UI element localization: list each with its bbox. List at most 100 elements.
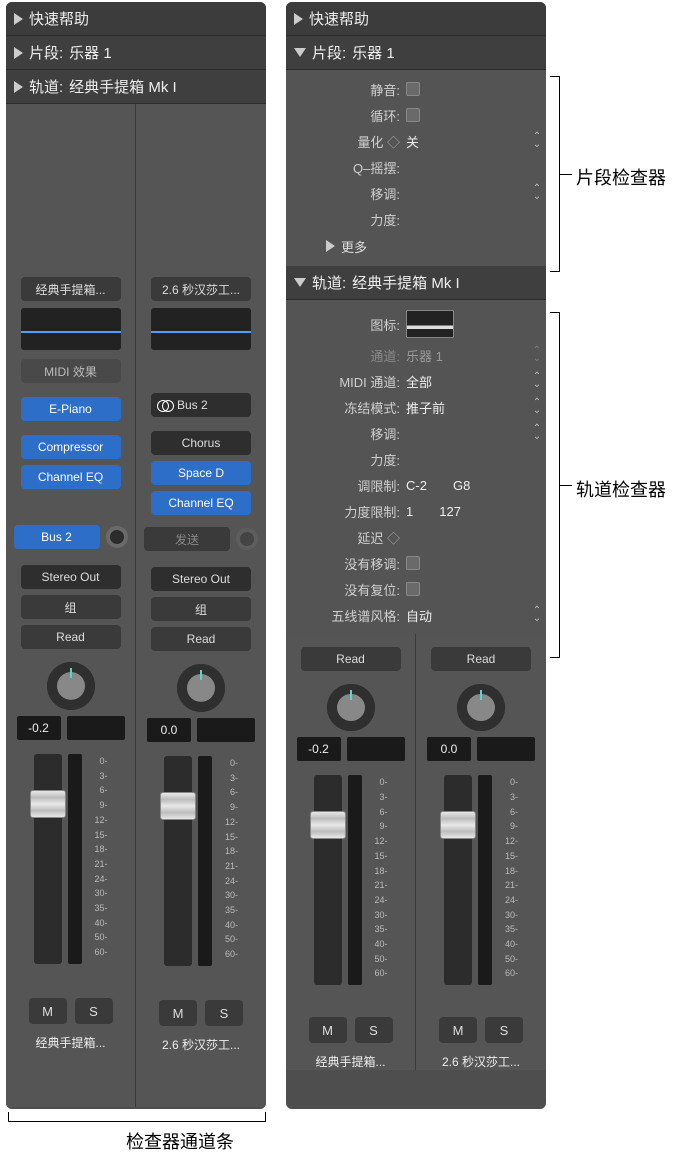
send-knob[interactable]	[236, 528, 258, 550]
callout-track-inspector: 轨道检查器	[576, 476, 666, 502]
send-knob[interactable]	[106, 526, 128, 548]
volume-fader[interactable]	[164, 756, 192, 966]
more-disclosure[interactable]: 更多	[286, 232, 546, 260]
channel-strip: 经典手提箱... MIDI 效果 E-Piano Compressor Chan…	[6, 104, 136, 1107]
level-value[interactable]: 0.0	[147, 718, 191, 742]
send-slot[interactable]: Bus 2	[14, 525, 100, 549]
param-key-limit[interactable]: 调限制: C-2 G8	[286, 472, 546, 498]
disclosure-right-icon	[14, 47, 23, 59]
fx-slot[interactable]: Channel EQ	[151, 491, 251, 515]
peak-meter	[347, 737, 405, 761]
region-prefix: 片段:	[312, 42, 346, 63]
output-slot[interactable]: Stereo Out	[21, 565, 121, 589]
eq-thumbnail[interactable]	[21, 308, 121, 350]
stepper-icon[interactable]	[533, 607, 541, 623]
level-value[interactable]: 0.0	[427, 737, 471, 761]
fx-slot[interactable]: Channel EQ	[21, 465, 121, 489]
callout-channel-strips: 检查器通道条	[126, 1128, 234, 1154]
param-qswing[interactable]: Q–摇摆:	[286, 154, 546, 180]
param-icon[interactable]: 图标:	[286, 306, 546, 342]
instrument-slot[interactable]: E-Piano	[21, 397, 121, 421]
fx-slot[interactable]: Space D	[151, 461, 251, 485]
send-slot[interactable]: 发送	[144, 527, 230, 551]
strip-title[interactable]: 经典手提箱...	[21, 277, 121, 301]
param-velocity[interactable]: 力度:	[286, 446, 546, 472]
mute-checkbox[interactable]	[406, 82, 420, 96]
peak-meter	[477, 737, 535, 761]
eq-thumbnail[interactable]	[151, 308, 251, 350]
automation-mode[interactable]: Read	[21, 625, 121, 649]
fx-slot[interactable]: Compressor	[21, 435, 121, 459]
stepper-icon[interactable]	[533, 399, 541, 415]
fx-slot[interactable]: Chorus	[151, 431, 251, 455]
param-quantize[interactable]: 量化 ◇ 关	[286, 128, 546, 154]
stepper-icon[interactable]	[533, 425, 541, 441]
midi-fx-slot[interactable]: MIDI 效果	[21, 359, 121, 383]
region-header[interactable]: 片段: 乐器 1	[6, 36, 266, 70]
vel-limit-high[interactable]: 127	[439, 504, 461, 519]
solo-button[interactable]: S	[75, 998, 113, 1024]
volume-fader[interactable]	[34, 754, 62, 964]
pan-knob[interactable]	[457, 684, 505, 732]
stepper-icon[interactable]	[533, 373, 541, 389]
quick-help-header[interactable]: 快速帮助	[286, 2, 546, 36]
param-freeze[interactable]: 冻结模式: 推子前	[286, 394, 546, 420]
param-midi-channel[interactable]: MIDI 通道: 全部	[286, 368, 546, 394]
pan-knob[interactable]	[327, 684, 375, 732]
automation-mode[interactable]: Read	[301, 647, 401, 671]
mute-button[interactable]: M	[309, 1017, 347, 1043]
mute-button[interactable]: M	[29, 998, 67, 1024]
disclosure-right-icon	[14, 13, 23, 25]
automation-mode[interactable]: Read	[431, 647, 531, 671]
key-limit-high[interactable]: G8	[453, 478, 470, 493]
param-transpose[interactable]: 移调:	[286, 180, 546, 206]
track-prefix: 轨道:	[312, 272, 346, 293]
param-transpose[interactable]: 移调:	[286, 420, 546, 446]
level-meter	[478, 775, 492, 985]
db-scale: 0-3-6-9-12-15-18-21-24-30-35-40-50-60-	[218, 756, 238, 986]
loop-checkbox[interactable]	[406, 108, 420, 122]
stepper-icon[interactable]	[533, 185, 541, 201]
param-channel[interactable]: 通道: 乐器 1	[286, 342, 546, 368]
input-slot[interactable]: Bus 2	[151, 393, 251, 417]
solo-button[interactable]: S	[355, 1017, 393, 1043]
pan-knob[interactable]	[177, 664, 225, 712]
level-value[interactable]: -0.2	[17, 716, 61, 740]
level-value[interactable]: -0.2	[297, 737, 341, 761]
tick-icon	[560, 485, 572, 486]
param-vel-limit[interactable]: 力度限制: 1 127	[286, 498, 546, 524]
track-header[interactable]: 轨道: 经典手提箱 Mk I	[6, 70, 266, 104]
db-scale: 0-3-6-9-12-15-18-21-24-30-35-40-50-60-	[88, 754, 108, 984]
region-name: 乐器 1	[69, 42, 112, 63]
stereo-icon	[157, 397, 173, 413]
no-reset-checkbox[interactable]	[406, 582, 420, 596]
quick-help-header[interactable]: 快速帮助	[6, 2, 266, 36]
solo-button[interactable]: S	[205, 1000, 243, 1026]
vel-limit-low[interactable]: 1	[406, 504, 413, 519]
group-slot[interactable]: 组	[151, 597, 251, 621]
channel-strips: 经典手提箱... MIDI 效果 E-Piano Compressor Chan…	[6, 104, 266, 1107]
volume-fader[interactable]	[444, 775, 472, 985]
strip-name-label: 经典手提箱...	[301, 1053, 401, 1070]
param-velocity[interactable]: 力度:	[286, 206, 546, 232]
no-transpose-checkbox[interactable]	[406, 556, 420, 570]
piano-icon[interactable]	[406, 310, 454, 338]
param-staff-style[interactable]: 五线谱风格: 自动	[286, 602, 546, 628]
automation-mode[interactable]: Read	[151, 627, 251, 651]
key-limit-low[interactable]: C-2	[406, 478, 427, 493]
pan-knob[interactable]	[47, 662, 95, 710]
volume-fader[interactable]	[314, 775, 342, 985]
mute-button[interactable]: M	[439, 1017, 477, 1043]
param-delay[interactable]: 延迟 ◇	[286, 524, 546, 550]
mute-button[interactable]: M	[159, 1000, 197, 1026]
group-slot[interactable]: 组	[21, 595, 121, 619]
strip-title[interactable]: 2.6 秒汉莎工...	[151, 277, 251, 301]
region-header[interactable]: 片段: 乐器 1	[286, 36, 546, 70]
send-row: Bus 2	[14, 525, 128, 549]
stepper-icon	[533, 347, 541, 363]
output-slot[interactable]: Stereo Out	[151, 567, 251, 591]
stepper-icon[interactable]	[533, 133, 541, 149]
quick-help-label: 快速帮助	[29, 8, 89, 29]
track-header[interactable]: 轨道: 经典手提箱 Mk I	[286, 266, 546, 300]
solo-button[interactable]: S	[485, 1017, 523, 1043]
